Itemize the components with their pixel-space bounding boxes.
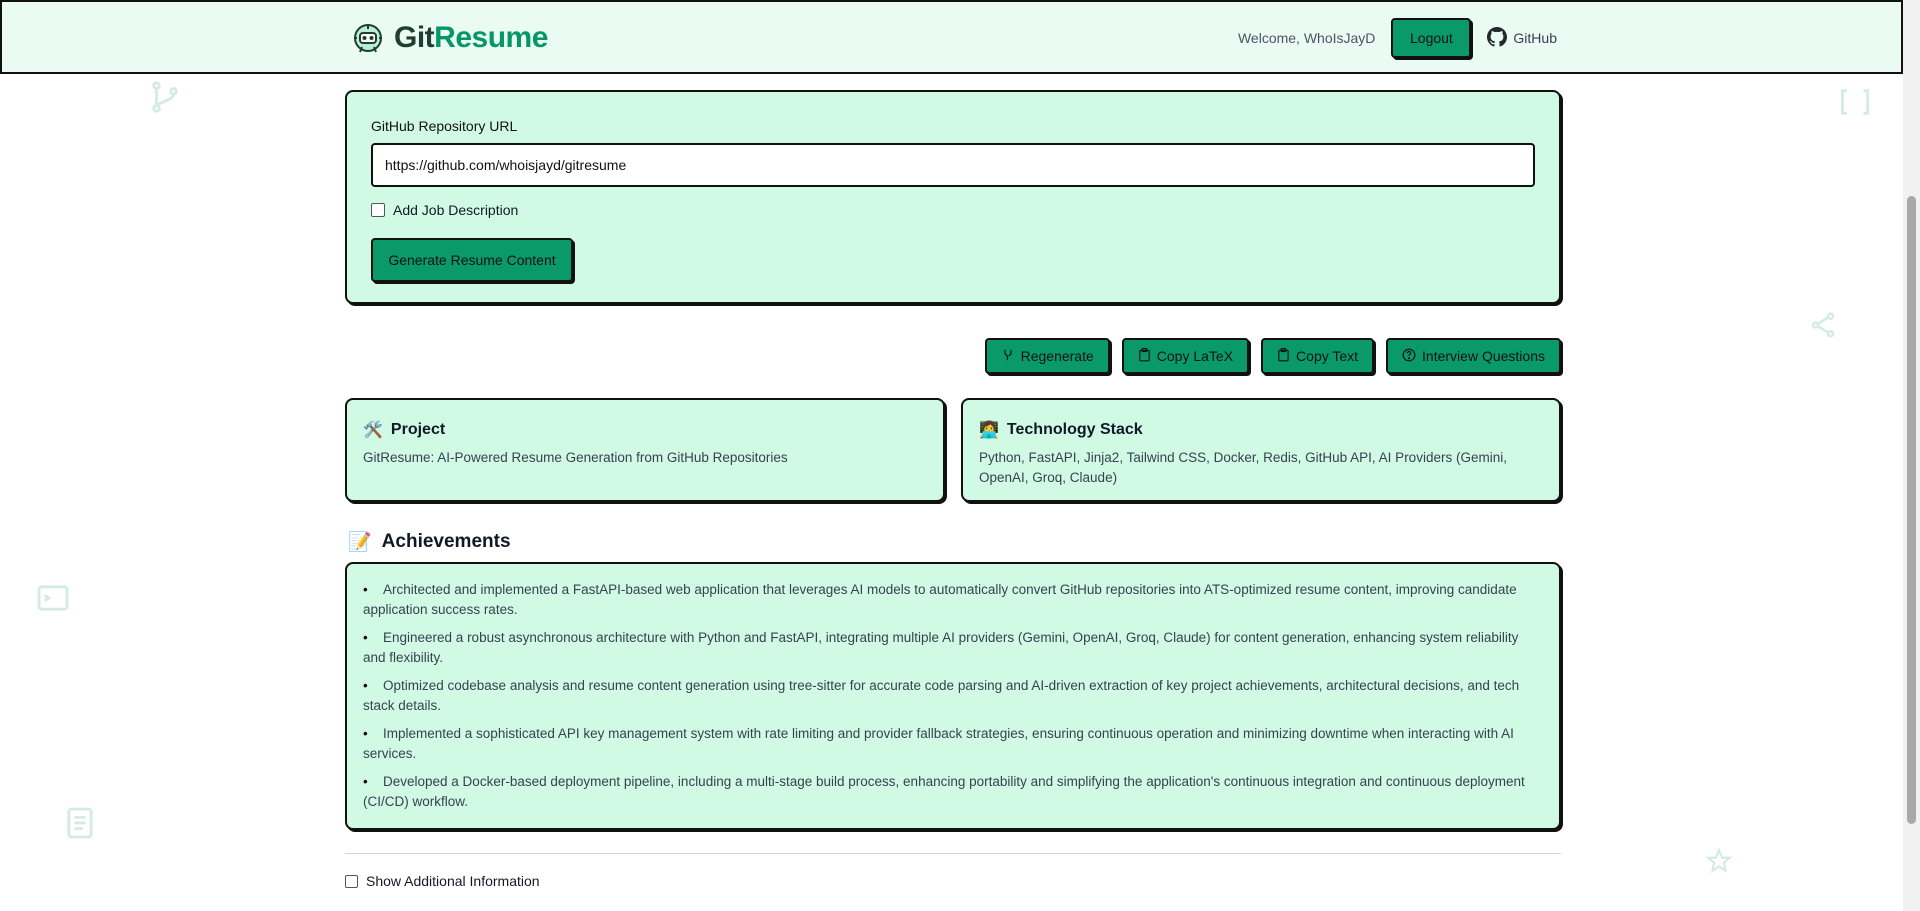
achievement-item: • Developed a Docker-based deployment pip… xyxy=(363,772,1531,812)
section-divider xyxy=(345,853,1561,854)
tech-title: Technology Stack xyxy=(1006,421,1143,438)
repo-form: GitHub Repository URL Add Job Descriptio… xyxy=(345,90,1561,304)
brand-name-git: Git xyxy=(394,21,435,54)
welcome-text: Welcome, WhoIsJayD xyxy=(1237,30,1376,46)
question-circle-icon xyxy=(1402,348,1416,365)
scrollbar-thumb[interactable] xyxy=(1907,196,1916,824)
top-navbar: GitResume Welcome, WhoIsJayD Logout GitH… xyxy=(0,0,1903,74)
achievements-list: • Architected and implemented a FastAPI-b… xyxy=(363,580,1531,820)
achievements-heading: 📝 Achievements xyxy=(348,530,511,554)
achievement-text: Developed a Docker-based deployment pipe… xyxy=(363,774,1525,809)
achievement-item: • Engineered a robust asynchronous archit… xyxy=(363,628,1531,668)
brand-name-resume: Resume xyxy=(434,21,548,54)
brand[interactable]: GitResume xyxy=(350,20,548,56)
github-icon xyxy=(1487,26,1508,50)
regenerate-icon xyxy=(1001,348,1015,365)
technology-stack-card: 👩‍💻 Technology Stack Python, FastAPI, Ji… xyxy=(961,398,1561,502)
clipboard-icon xyxy=(1138,347,1151,365)
additional-info-checkbox[interactable] xyxy=(345,874,358,888)
project-title: Project xyxy=(390,421,446,438)
copy-text-label: Copy Text xyxy=(1296,348,1359,364)
interview-questions-button[interactable]: Interview Questions xyxy=(1386,338,1561,374)
bullet: • xyxy=(363,774,368,789)
tech-heading: 👩‍💻 Technology Stack xyxy=(979,420,1143,440)
logout-button[interactable]: Logout xyxy=(1391,18,1472,58)
tech-value: Python, FastAPI, Jinja2, Tailwind CSS, D… xyxy=(979,450,1507,485)
achievement-item: • Optimized codebase analysis and resume … xyxy=(363,676,1531,716)
robot-logo-icon xyxy=(350,20,386,56)
project-card: 🛠️ Project GitResume: AI-Powered Resume … xyxy=(345,398,945,502)
repo-url-input[interactable] xyxy=(371,143,1535,187)
memo-icon: 📝 xyxy=(348,532,372,553)
project-value: GitResume: AI-Powered Resume Generation … xyxy=(363,450,788,465)
github-link-label: GitHub xyxy=(1513,30,1557,46)
achievements-title: Achievements xyxy=(381,531,511,552)
regenerate-label: Regenerate xyxy=(1020,348,1094,364)
copy-text-button[interactable]: Copy Text xyxy=(1261,338,1375,374)
share-bg-icon xyxy=(1808,310,1838,340)
git-branch-bg-icon xyxy=(148,80,182,114)
document-bg-icon xyxy=(66,806,94,840)
brand-name: GitResume xyxy=(394,21,548,55)
repo-url-label: GitHub Repository URL xyxy=(371,118,518,134)
result-actions: Regenerate Copy LaTeX Copy Text Intervie… xyxy=(984,338,1561,374)
tools-icon: 🛠️ xyxy=(363,422,383,439)
page-scrollbar[interactable] xyxy=(1903,0,1920,911)
interview-questions-label: Interview Questions xyxy=(1422,348,1545,364)
job-description-label: Add Job Description xyxy=(393,202,519,218)
bullet: • xyxy=(363,582,368,597)
star-bg-icon xyxy=(1706,848,1732,874)
header-actions: Welcome, WhoIsJayD Logout GitHub xyxy=(1238,18,1557,58)
achievement-text: Engineered a robust asynchronous archite… xyxy=(363,630,1519,665)
achievement-text: Architected and implemented a FastAPI-ba… xyxy=(363,582,1517,617)
bullet: • xyxy=(363,726,368,741)
generate-resume-button[interactable]: Generate Resume Content xyxy=(371,238,573,282)
achievement-item: • Architected and implemented a FastAPI-b… xyxy=(363,580,1531,620)
achievement-text: Implemented a sophisticated API key mana… xyxy=(363,726,1514,761)
additional-info-label: Show Additional Information xyxy=(366,873,540,889)
copy-latex-label: Copy LaTeX xyxy=(1156,348,1234,364)
github-link[interactable]: GitHub xyxy=(1487,26,1557,50)
additional-info-toggle[interactable]: Show Additional Information xyxy=(345,873,540,889)
bullet: • xyxy=(363,630,368,645)
code-brackets-bg-icon xyxy=(1838,88,1872,116)
clipboard-icon xyxy=(1277,347,1290,365)
regenerate-button[interactable]: Regenerate xyxy=(984,338,1110,374)
job-description-toggle[interactable]: Add Job Description xyxy=(371,202,518,218)
project-heading: 🛠️ Project xyxy=(363,420,445,440)
terminal-bg-icon xyxy=(36,584,70,612)
bullet: • xyxy=(363,678,368,693)
achievement-text: Optimized codebase analysis and resume c… xyxy=(363,678,1520,713)
technologist-icon: 👩‍💻 xyxy=(979,422,999,439)
achievement-item: • Implemented a sophisticated API key man… xyxy=(363,724,1531,764)
achievements-card: • Architected and implemented a FastAPI-b… xyxy=(345,562,1561,830)
job-description-checkbox[interactable] xyxy=(371,203,385,217)
copy-latex-button[interactable]: Copy LaTeX xyxy=(1121,338,1250,374)
